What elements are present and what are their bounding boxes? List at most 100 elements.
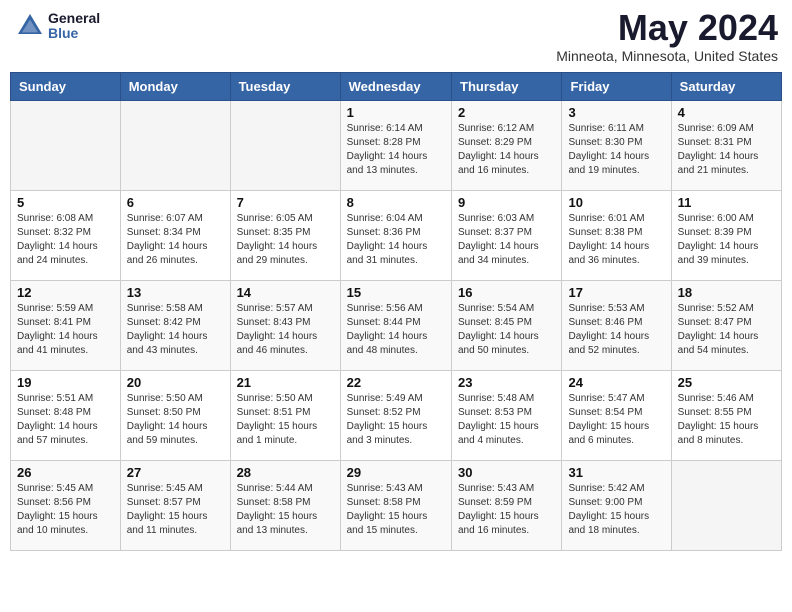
day-info: Sunrise: 6:08 AM Sunset: 8:32 PM Dayligh… xyxy=(17,212,114,268)
calendar-cell: 28 Sunrise: 5:44 AM Sunset: 8:58 PM Dayli… xyxy=(230,461,340,551)
day-number: 29 xyxy=(347,465,445,480)
day-info: Sunrise: 5:56 AM Sunset: 8:44 PM Dayligh… xyxy=(347,302,445,358)
day-number: 11 xyxy=(678,195,775,210)
day-info: Sunrise: 5:59 AM Sunset: 8:41 PM Dayligh… xyxy=(17,302,114,358)
calendar-cell: 20 Sunrise: 5:50 AM Sunset: 8:50 PM Dayli… xyxy=(120,371,230,461)
weekday-header-tuesday: Tuesday xyxy=(230,73,340,101)
calendar-cell: 26Sunrise: 5:45 AM Sunset: 8:56 PM Dayli… xyxy=(11,461,121,551)
day-number: 6 xyxy=(127,195,224,210)
calendar-cell: 2Sunrise: 6:12 AM Sunset: 8:29 PM Daylig… xyxy=(452,101,562,191)
day-number: 3 xyxy=(568,105,664,120)
day-info: Sunrise: 5:57 AM Sunset: 8:43 PM Dayligh… xyxy=(237,302,334,358)
calendar-cell: 17 Sunrise: 5:53 AM Sunset: 8:46 PM Dayli… xyxy=(562,281,671,371)
logo-line2: Blue xyxy=(48,26,100,41)
day-info: Sunrise: 5:50 AM Sunset: 8:50 PM Dayligh… xyxy=(127,392,224,448)
day-info: Sunrise: 5:43 AM Sunset: 8:58 PM Dayligh… xyxy=(347,482,445,538)
day-number: 4 xyxy=(678,105,775,120)
day-number: 9 xyxy=(458,195,555,210)
day-info: Sunrise: 5:54 AM Sunset: 8:45 PM Dayligh… xyxy=(458,302,555,358)
calendar-cell: 25Sunrise: 5:46 AM Sunset: 8:55 PM Dayli… xyxy=(671,371,781,461)
calendar-cell: 3 Sunrise: 6:11 AM Sunset: 8:30 PM Daylig… xyxy=(562,101,671,191)
day-number: 2 xyxy=(458,105,555,120)
calendar-cell: 23 Sunrise: 5:48 AM Sunset: 8:53 PM Dayli… xyxy=(452,371,562,461)
day-number: 26 xyxy=(17,465,114,480)
weekday-header-saturday: Saturday xyxy=(671,73,781,101)
logo-icon xyxy=(14,10,46,42)
day-number: 1 xyxy=(347,105,445,120)
day-info: Sunrise: 5:51 AM Sunset: 8:48 PM Dayligh… xyxy=(17,392,114,448)
calendar: SundayMondayTuesdayWednesdayThursdayFrid… xyxy=(10,72,782,551)
day-number: 22 xyxy=(347,375,445,390)
calendar-cell: 29 Sunrise: 5:43 AM Sunset: 8:58 PM Dayli… xyxy=(340,461,451,551)
week-row-2: 5 Sunrise: 6:08 AM Sunset: 8:32 PM Daylig… xyxy=(11,191,782,281)
day-number: 31 xyxy=(568,465,664,480)
weekday-header-friday: Friday xyxy=(562,73,671,101)
day-number: 10 xyxy=(568,195,664,210)
day-info: Sunrise: 6:01 AM Sunset: 8:38 PM Dayligh… xyxy=(568,212,664,268)
calendar-cell: 4 Sunrise: 6:09 AM Sunset: 8:31 PM Daylig… xyxy=(671,101,781,191)
day-info: Sunrise: 6:09 AM Sunset: 8:31 PM Dayligh… xyxy=(678,122,775,178)
day-number: 28 xyxy=(237,465,334,480)
day-info: Sunrise: 5:50 AM Sunset: 8:51 PM Dayligh… xyxy=(237,392,334,448)
week-row-4: 19Sunrise: 5:51 AM Sunset: 8:48 PM Dayli… xyxy=(11,371,782,461)
calendar-cell: 12Sunrise: 5:59 AM Sunset: 8:41 PM Dayli… xyxy=(11,281,121,371)
day-info: Sunrise: 5:58 AM Sunset: 8:42 PM Dayligh… xyxy=(127,302,224,358)
day-number: 15 xyxy=(347,285,445,300)
calendar-cell: 1 Sunrise: 6:14 AM Sunset: 8:28 PM Daylig… xyxy=(340,101,451,191)
calendar-cell: 30 Sunrise: 5:43 AM Sunset: 8:59 PM Dayli… xyxy=(452,461,562,551)
calendar-cell: 6 Sunrise: 6:07 AM Sunset: 8:34 PM Daylig… xyxy=(120,191,230,281)
calendar-cell: 15 Sunrise: 5:56 AM Sunset: 8:44 PM Dayli… xyxy=(340,281,451,371)
week-row-5: 26Sunrise: 5:45 AM Sunset: 8:56 PM Dayli… xyxy=(11,461,782,551)
calendar-cell: 10 Sunrise: 6:01 AM Sunset: 8:38 PM Dayli… xyxy=(562,191,671,281)
day-number: 30 xyxy=(458,465,555,480)
calendar-cell: 11 Sunrise: 6:00 AM Sunset: 8:39 PM Dayli… xyxy=(671,191,781,281)
calendar-cell: 16 Sunrise: 5:54 AM Sunset: 8:45 PM Dayli… xyxy=(452,281,562,371)
day-info: Sunrise: 6:03 AM Sunset: 8:37 PM Dayligh… xyxy=(458,212,555,268)
calendar-cell: 8Sunrise: 6:04 AM Sunset: 8:36 PM Daylig… xyxy=(340,191,451,281)
location: Minneota, Minnesota, United States xyxy=(556,48,778,64)
day-info: Sunrise: 6:00 AM Sunset: 8:39 PM Dayligh… xyxy=(678,212,775,268)
calendar-cell xyxy=(120,101,230,191)
day-info: Sunrise: 5:49 AM Sunset: 8:52 PM Dayligh… xyxy=(347,392,445,448)
calendar-cell: 21 Sunrise: 5:50 AM Sunset: 8:51 PM Dayli… xyxy=(230,371,340,461)
calendar-cell: 7 Sunrise: 6:05 AM Sunset: 8:35 PM Daylig… xyxy=(230,191,340,281)
day-info: Sunrise: 5:53 AM Sunset: 8:46 PM Dayligh… xyxy=(568,302,664,358)
day-number: 16 xyxy=(458,285,555,300)
day-info: Sunrise: 5:48 AM Sunset: 8:53 PM Dayligh… xyxy=(458,392,555,448)
day-number: 18 xyxy=(678,285,775,300)
day-number: 14 xyxy=(237,285,334,300)
month-title: May 2024 xyxy=(556,10,778,46)
logo-text: General Blue xyxy=(48,11,100,42)
day-number: 7 xyxy=(237,195,334,210)
day-info: Sunrise: 6:11 AM Sunset: 8:30 PM Dayligh… xyxy=(568,122,664,178)
day-number: 21 xyxy=(237,375,334,390)
day-info: Sunrise: 5:52 AM Sunset: 8:47 PM Dayligh… xyxy=(678,302,775,358)
week-row-1: 1 Sunrise: 6:14 AM Sunset: 8:28 PM Daylig… xyxy=(11,101,782,191)
week-row-3: 12Sunrise: 5:59 AM Sunset: 8:41 PM Dayli… xyxy=(11,281,782,371)
day-number: 20 xyxy=(127,375,224,390)
weekday-header-thursday: Thursday xyxy=(452,73,562,101)
day-info: Sunrise: 5:46 AM Sunset: 8:55 PM Dayligh… xyxy=(678,392,775,448)
day-info: Sunrise: 6:07 AM Sunset: 8:34 PM Dayligh… xyxy=(127,212,224,268)
day-info: Sunrise: 5:45 AM Sunset: 8:57 PM Dayligh… xyxy=(127,482,224,538)
calendar-cell xyxy=(671,461,781,551)
day-info: Sunrise: 5:43 AM Sunset: 8:59 PM Dayligh… xyxy=(458,482,555,538)
calendar-cell: 9 Sunrise: 6:03 AM Sunset: 8:37 PM Daylig… xyxy=(452,191,562,281)
title-area: May 2024 Minneota, Minnesota, United Sta… xyxy=(556,10,778,64)
calendar-cell: 14 Sunrise: 5:57 AM Sunset: 8:43 PM Dayli… xyxy=(230,281,340,371)
day-info: Sunrise: 6:14 AM Sunset: 8:28 PM Dayligh… xyxy=(347,122,445,178)
day-number: 17 xyxy=(568,285,664,300)
day-number: 23 xyxy=(458,375,555,390)
day-number: 13 xyxy=(127,285,224,300)
calendar-cell: 19Sunrise: 5:51 AM Sunset: 8:48 PM Dayli… xyxy=(11,371,121,461)
logo-line1: General xyxy=(48,11,100,26)
weekday-header-monday: Monday xyxy=(120,73,230,101)
weekday-header-row: SundayMondayTuesdayWednesdayThursdayFrid… xyxy=(11,73,782,101)
day-info: Sunrise: 6:05 AM Sunset: 8:35 PM Dayligh… xyxy=(237,212,334,268)
day-number: 24 xyxy=(568,375,664,390)
calendar-cell: 13 Sunrise: 5:58 AM Sunset: 8:42 PM Dayli… xyxy=(120,281,230,371)
day-info: Sunrise: 5:44 AM Sunset: 8:58 PM Dayligh… xyxy=(237,482,334,538)
day-number: 5 xyxy=(17,195,114,210)
calendar-cell: 27Sunrise: 5:45 AM Sunset: 8:57 PM Dayli… xyxy=(120,461,230,551)
logo: General Blue xyxy=(14,10,100,42)
